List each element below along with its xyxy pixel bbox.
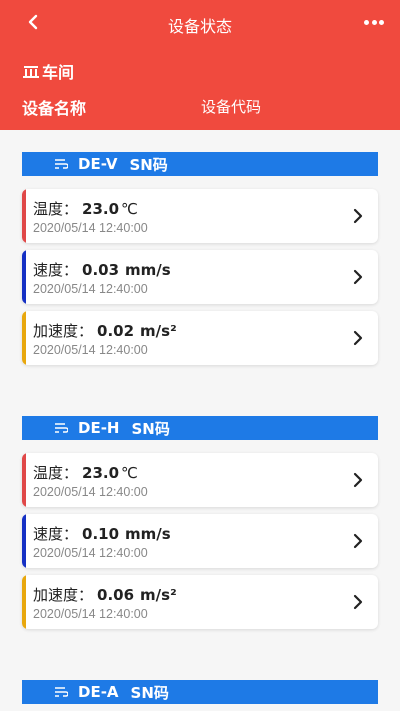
reading-value: 23.0 <box>82 464 120 482</box>
reading-unit: ℃ <box>121 200 138 218</box>
reading-line: 温度： 23.0 ℃ <box>33 198 138 219</box>
group-code: SN码 <box>131 419 170 438</box>
chevron-right-icon <box>353 330 363 346</box>
reading-line: 温度： 23.0 ℃ <box>33 462 138 483</box>
reading-value: 0.03 <box>82 261 120 279</box>
status-stripe <box>22 311 26 365</box>
reading-unit: ℃ <box>121 464 138 482</box>
reading-label: 速度： <box>33 261 79 279</box>
reading-unit: m/s² <box>140 586 177 604</box>
group-header-de-h: DE-H SN码 <box>22 416 378 440</box>
reading-time: 2020/05/14 12:40:00 <box>33 607 148 621</box>
reading-value: 0.10 <box>82 525 120 543</box>
group-code: SN码 <box>129 155 168 174</box>
chevron-right-icon <box>353 208 363 224</box>
group-name: DE-V <box>78 155 118 173</box>
group-name: DE-H <box>78 419 120 437</box>
reading-label: 加速度： <box>33 322 94 340</box>
page-title: 设备状态 <box>167 17 232 36</box>
reading-unit: m/s² <box>140 322 177 340</box>
group-header-de-v: DE-V SN码 <box>22 152 378 176</box>
reading-line: 加速度： 0.02 m/s² <box>33 320 177 341</box>
reading-label: 温度： <box>33 200 79 218</box>
chevron-right-icon <box>353 533 363 549</box>
reading-label: 速度： <box>33 525 79 543</box>
list-icon <box>55 423 68 433</box>
sensor-card-temperature[interactable]: 温度： 23.0 ℃ 2020/05/14 12:40:00 <box>22 453 378 507</box>
reading-time: 2020/05/14 12:40:00 <box>33 546 148 560</box>
group-header-de-a: DE-A SN码 <box>22 680 378 704</box>
reading-time: 2020/05/14 12:40:00 <box>33 485 148 499</box>
device-code-label: 设备代码 <box>201 98 262 116</box>
list-icon <box>55 687 68 697</box>
workshop-selector[interactable]: 车间 <box>22 60 74 82</box>
more-button[interactable] <box>362 12 386 32</box>
reading-unit: mm/s <box>125 261 171 279</box>
sensor-card-speed[interactable]: 速度： 0.10 mm/s 2020/05/14 12:40:00 <box>22 514 378 568</box>
sensor-card-speed[interactable]: 速度： 0.03 mm/s 2020/05/14 12:40:00 <box>22 250 378 304</box>
factory-icon <box>23 66 39 78</box>
reading-line: 速度： 0.10 mm/s <box>33 523 171 544</box>
sensor-card-acceleration[interactable]: 加速度： 0.02 m/s² 2020/05/14 12:40:00 <box>22 311 378 365</box>
device-name-label: 设备名称 <box>22 99 87 118</box>
reading-unit: mm/s <box>125 525 171 543</box>
sensor-card-acceleration[interactable]: 加速度： 0.06 m/s² 2020/05/14 12:40:00 <box>22 575 378 629</box>
chevron-right-icon <box>353 472 363 488</box>
reading-label: 加速度： <box>33 586 94 604</box>
header: 设备状态 车间 设备名称 设备代码 <box>0 0 400 130</box>
reading-value: 23.0 <box>82 200 120 218</box>
reading-line: 速度： 0.03 mm/s <box>33 259 171 280</box>
status-stripe <box>22 453 26 507</box>
reading-line: 加速度： 0.06 m/s² <box>33 584 177 605</box>
list-icon <box>55 159 68 169</box>
reading-time: 2020/05/14 12:40:00 <box>33 282 148 296</box>
reading-time: 2020/05/14 12:40:00 <box>33 343 148 357</box>
status-stripe <box>22 189 26 243</box>
status-stripe <box>22 250 26 304</box>
reading-time: 2020/05/14 12:40:00 <box>33 221 148 235</box>
group-code: SN码 <box>130 683 169 702</box>
reading-label: 温度： <box>33 464 79 482</box>
status-stripe <box>22 575 26 629</box>
chevron-right-icon <box>353 594 363 610</box>
group-name: DE-A <box>78 683 119 701</box>
workshop-label: 车间 <box>42 63 75 82</box>
sensor-card-temperature[interactable]: 温度： 23.0 ℃ 2020/05/14 12:40:00 <box>22 189 378 243</box>
status-stripe <box>22 514 26 568</box>
reading-value: 0.06 <box>97 586 135 604</box>
reading-value: 0.02 <box>97 322 135 340</box>
chevron-right-icon <box>353 269 363 285</box>
